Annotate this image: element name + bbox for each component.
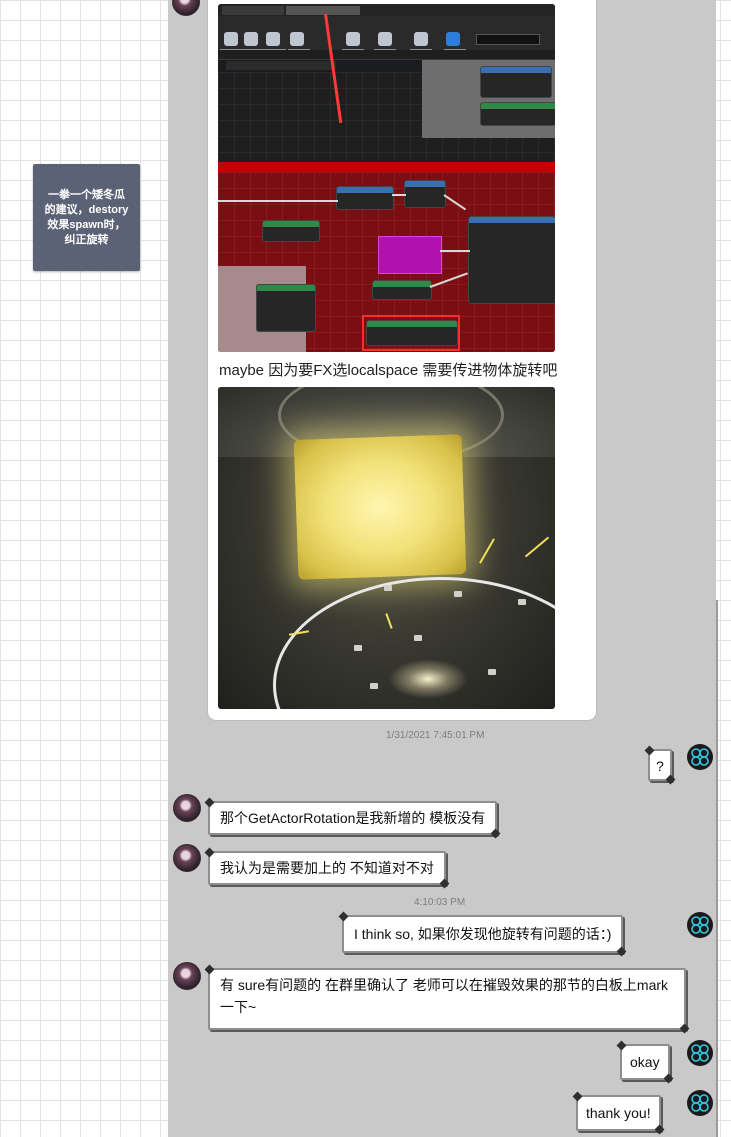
game-effect-screenshot[interactable] [218, 387, 555, 709]
graph-node [336, 186, 394, 210]
debris [414, 635, 422, 641]
outgoing-message-bubble[interactable]: I think so, 如果你发现他旋转有问题的话：) [342, 915, 624, 953]
debris [384, 585, 392, 591]
toolbar-icon [266, 32, 280, 46]
glowing-cube [293, 434, 467, 580]
spawn-system-node [468, 216, 555, 304]
incoming-avatar[interactable] [173, 844, 201, 872]
mono-logo-icon [691, 916, 709, 934]
debug-dropdown [476, 34, 540, 45]
sticky-note[interactable]: 一拳一个矮冬瓜的建议，destory 效果spawn时，纠正旋转 [33, 164, 140, 271]
highlight-box [362, 315, 460, 351]
spark [479, 538, 495, 564]
mono-logo-icon[interactable] [687, 912, 713, 938]
incoming-message-bubble[interactable]: 我认为是需要加上的 不知道对不对 [208, 851, 446, 885]
graph-node [256, 284, 316, 332]
toolbar-icon [290, 32, 304, 46]
message-timestamp: 4:10:03 PM [414, 897, 466, 908]
graph-wire [392, 194, 406, 196]
toolbar-icon [244, 32, 258, 46]
debris [518, 599, 526, 605]
graph-node [262, 220, 320, 242]
graph-wire [218, 200, 338, 202]
blueprint-screenshot[interactable] [218, 4, 555, 352]
editor-toolbar [218, 16, 555, 52]
editor-tab-bar [218, 4, 555, 16]
toolbar-icon [414, 32, 428, 46]
mono-logo-icon[interactable] [687, 1090, 713, 1116]
editor-tab [222, 6, 284, 15]
incoming-avatar[interactable] [173, 962, 201, 990]
mono-logo-icon [691, 1094, 709, 1112]
toolbar-icon [378, 32, 392, 46]
editor-subbar [218, 50, 555, 60]
mono-logo-icon[interactable] [687, 744, 713, 770]
image-caption: maybe 因为要FX选localspace 需要传进物体旋转吧 [219, 362, 558, 379]
niagara-node [378, 236, 442, 274]
impact-burst [388, 659, 468, 699]
outgoing-message-bubble[interactable]: thank you! [576, 1095, 661, 1131]
graph-node [480, 66, 552, 98]
graph-breadcrumb [226, 61, 336, 70]
graph-node [480, 102, 555, 126]
mono-logo-icon[interactable] [687, 1040, 713, 1066]
play-icon [446, 32, 460, 46]
outgoing-message-bubble[interactable]: okay [620, 1044, 670, 1080]
debris [354, 645, 362, 651]
debris [454, 591, 462, 597]
sticky-note-text: 一拳一个矮冬瓜的建议，destory 效果spawn时，纠正旋转 [44, 188, 129, 246]
graph-node [372, 280, 432, 300]
outgoing-message-bubble[interactable]: ? [648, 749, 672, 781]
toolbar-icon [224, 32, 238, 46]
debris [370, 683, 378, 689]
spark [524, 536, 550, 558]
panel-scroll-edge [716, 600, 718, 1137]
graph-wire [440, 250, 470, 252]
mono-logo-icon [691, 1044, 709, 1062]
toolbar-icon [346, 32, 360, 46]
incoming-avatar[interactable] [173, 794, 201, 822]
debris [488, 669, 496, 675]
graph-red-bar [218, 162, 555, 172]
graph-node [404, 180, 446, 208]
incoming-message-bubble[interactable]: 那个GetActorRotation是我新增的 模板没有 [208, 801, 498, 835]
message-timestamp: 1/31/2021 7:45:01 PM [386, 730, 485, 741]
incoming-message-bubble[interactable]: 有 sure有问题的 在群里确认了 老师可以在摧毁效果的那节的白板上mark一下… [208, 968, 686, 1030]
mono-logo-icon [691, 748, 709, 766]
